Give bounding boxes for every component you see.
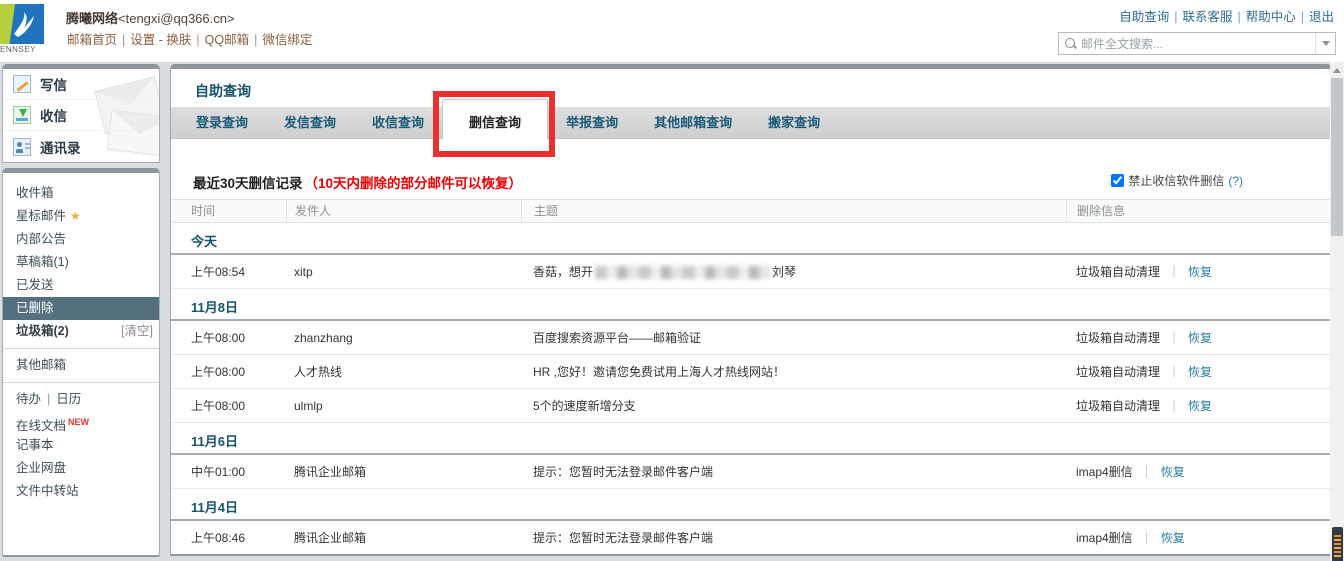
mail-search-box[interactable] — [1058, 32, 1336, 55]
folder-sent[interactable]: 已发送 — [3, 274, 159, 297]
company-logo[interactable]: ENNSEY — [0, 4, 56, 56]
restore-link[interactable]: 恢复 — [1188, 331, 1212, 345]
logo-caption: ENNSEY — [0, 45, 56, 54]
company-disk-item[interactable]: 企业网盘 — [3, 457, 159, 480]
header: ENNSEY 腾曦网络<tengxi@qq366.cn> 邮箱首页|设置 - 换… — [0, 0, 1344, 62]
recover-note: （10天内删除的部分邮件可以恢复） — [305, 176, 523, 191]
folder-starred[interactable]: 星标邮件★ — [3, 205, 159, 228]
table-row[interactable]: 上午08:46 腾讯企业邮箱 提示：您暂时无法登录邮件客户端 imap4删信｜恢… — [171, 521, 1331, 554]
nav-home-link[interactable]: 邮箱首页 — [67, 33, 117, 47]
search-input[interactable] — [1077, 37, 1315, 51]
block-delete-label: 禁止收信软件删信 — [1128, 172, 1224, 189]
section-header: 最近30天删信记录（10天内删除的部分邮件可以恢复） 禁止收信软件删信 (?) — [171, 169, 1331, 195]
header-nav-links: 邮箱首页|设置 - 换肤|QQ邮箱|微信绑定 — [67, 29, 312, 48]
calendar-link[interactable]: 日历 — [56, 392, 81, 406]
main-panel: 自助查询 登录查询 发信查询 收信查询 删信查询 举报查询 其他邮箱查询 搬家查… — [170, 64, 1332, 556]
sidebar-folders: 收件箱 星标邮件★ 内部公告 草稿箱(1) 已发送 已删除 垃圾箱(2)[清空]… — [2, 168, 160, 557]
table-row[interactable]: 上午08:00 人才热线 HR ,您好！邀请您免费试用上海人才热线网站！ 垃圾箱… — [171, 355, 1331, 389]
account-info: 腾曦网络<tengxi@qq366.cn> — [66, 8, 235, 27]
deleted-mail-table: 时间 发件人 主题 删除信息 今天 上午08:54 xitp 香菇，想开刘琴 垃… — [171, 199, 1331, 554]
new-badge: NEW — [68, 417, 89, 427]
file-transfer-item[interactable]: 文件中转站 — [3, 480, 159, 503]
table-row[interactable]: 上午08:54 xitp 香菇，想开刘琴 垃圾箱自动清理｜恢复 — [171, 255, 1331, 289]
table-row[interactable]: 中午01:00 腾讯企业邮箱 提示：您暂时无法登录邮件客户端 imap4删信｜恢… — [171, 455, 1331, 489]
mini-widget-icon[interactable] — [1332, 527, 1343, 561]
tab-deleted-query-active[interactable]: 删信查询 — [442, 99, 548, 139]
folder-deleted-selected[interactable]: 已删除 — [3, 297, 159, 320]
tab-sent-query[interactable]: 发信查询 — [266, 107, 354, 138]
nav-qqmail-link[interactable]: QQ邮箱 — [205, 33, 249, 47]
col-sender: 发件人 — [286, 200, 521, 222]
account-name: 腾曦网络 — [66, 11, 118, 26]
logo-icon — [0, 4, 44, 44]
search-icon — [1065, 38, 1077, 50]
folder-inbox[interactable]: 收件箱 — [3, 182, 159, 205]
sidebar-actions: 写信 收信 通讯录 — [2, 64, 160, 163]
restore-link[interactable]: 恢复 — [1161, 465, 1185, 479]
contacts-icon — [13, 138, 31, 156]
notes-item[interactable]: 记事本 — [3, 434, 159, 457]
folder-announcements[interactable]: 内部公告 — [3, 228, 159, 251]
help-question-link[interactable]: (?) — [1228, 174, 1243, 188]
divider — [3, 382, 159, 383]
compose-icon — [13, 75, 31, 93]
star-icon: ★ — [70, 209, 81, 223]
divider — [3, 348, 159, 349]
section-title: 最近30天删信记录（10天内删除的部分邮件可以恢复） — [193, 172, 522, 192]
folder-trash[interactable]: 垃圾箱(2)[清空] — [3, 320, 159, 343]
receive-button[interactable]: 收信 — [3, 100, 159, 131]
scroll-up-arrow-icon[interactable] — [1330, 62, 1344, 78]
block-delete-checkbox[interactable] — [1111, 174, 1124, 187]
query-tabs: 登录查询 发信查询 收信查询 删信查询 举报查询 其他邮箱查询 搬家查询 — [171, 107, 1331, 139]
tab-received-query[interactable]: 收信查询 — [354, 107, 442, 138]
top-right-links: 自助查询|联系客服|帮助中心|退出 — [1119, 6, 1334, 25]
redacted-blur — [595, 266, 770, 279]
nav-settings-link[interactable]: 设置 - 换肤 — [130, 33, 191, 47]
table-row[interactable]: 上午08:00 zhanzhang 百度搜索资源平台——邮箱验证 垃圾箱自动清理… — [171, 321, 1331, 355]
compose-button[interactable]: 写信 — [3, 69, 159, 100]
folder-other-mailbox[interactable]: 其他邮箱 — [3, 354, 159, 377]
table-row[interactable]: 上午08:00 ulmlp 5个的速度新增分支 垃圾箱自动清理｜恢复 — [171, 389, 1331, 423]
restore-link[interactable]: 恢复 — [1188, 265, 1212, 279]
group-header-nov4: 11月4日 — [171, 495, 1331, 521]
col-subject: 主题 — [521, 200, 1066, 222]
chevron-down-icon — [1322, 41, 1330, 46]
todo-link[interactable]: 待办 — [16, 392, 41, 406]
restore-link[interactable]: 恢复 — [1161, 531, 1185, 545]
nav-wechat-bind-link[interactable]: 微信绑定 — [262, 33, 312, 47]
online-docs-item[interactable]: 在线文档NEW — [3, 411, 159, 434]
tab-other-mailbox-query[interactable]: 其他邮箱查询 — [636, 107, 750, 138]
block-delete-option: 禁止收信软件删信 (?) — [1111, 172, 1243, 189]
page-title: 自助查询 — [195, 81, 251, 101]
restore-link[interactable]: 恢复 — [1188, 399, 1212, 413]
subject-cell: 香菇，想开刘琴 — [521, 255, 1066, 289]
vertical-scrollbar[interactable] — [1330, 62, 1344, 561]
scrollbar-thumb[interactable] — [1331, 78, 1343, 236]
empty-trash-link[interactable]: [清空] — [121, 320, 153, 343]
contacts-button[interactable]: 通讯录 — [3, 131, 159, 162]
account-email: <tengxi@qq366.cn> — [118, 11, 235, 26]
help-center-link[interactable]: 帮助中心 — [1246, 10, 1296, 24]
contact-service-link[interactable]: 联系客服 — [1182, 10, 1232, 24]
folder-drafts[interactable]: 草稿箱(1) — [3, 251, 159, 274]
receive-icon — [13, 106, 31, 124]
group-header-nov6: 11月6日 — [171, 429, 1331, 455]
todo-calendar-item: 待办|日历 — [3, 388, 159, 411]
restore-link[interactable]: 恢复 — [1188, 365, 1212, 379]
col-delete-info: 删除信息 — [1066, 200, 1331, 222]
tab-report-query[interactable]: 举报查询 — [548, 107, 636, 138]
tab-migration-query[interactable]: 搬家查询 — [750, 107, 838, 138]
col-time: 时间 — [171, 200, 286, 222]
self-query-link[interactable]: 自助查询 — [1119, 10, 1169, 24]
group-header-nov8: 11月8日 — [171, 295, 1331, 321]
tab-login-query[interactable]: 登录查询 — [178, 107, 266, 138]
table-header: 时间 发件人 主题 删除信息 — [171, 199, 1331, 223]
logout-link[interactable]: 退出 — [1309, 10, 1334, 24]
search-scope-dropdown[interactable] — [1315, 33, 1335, 54]
group-header-today: 今天 — [171, 229, 1331, 255]
